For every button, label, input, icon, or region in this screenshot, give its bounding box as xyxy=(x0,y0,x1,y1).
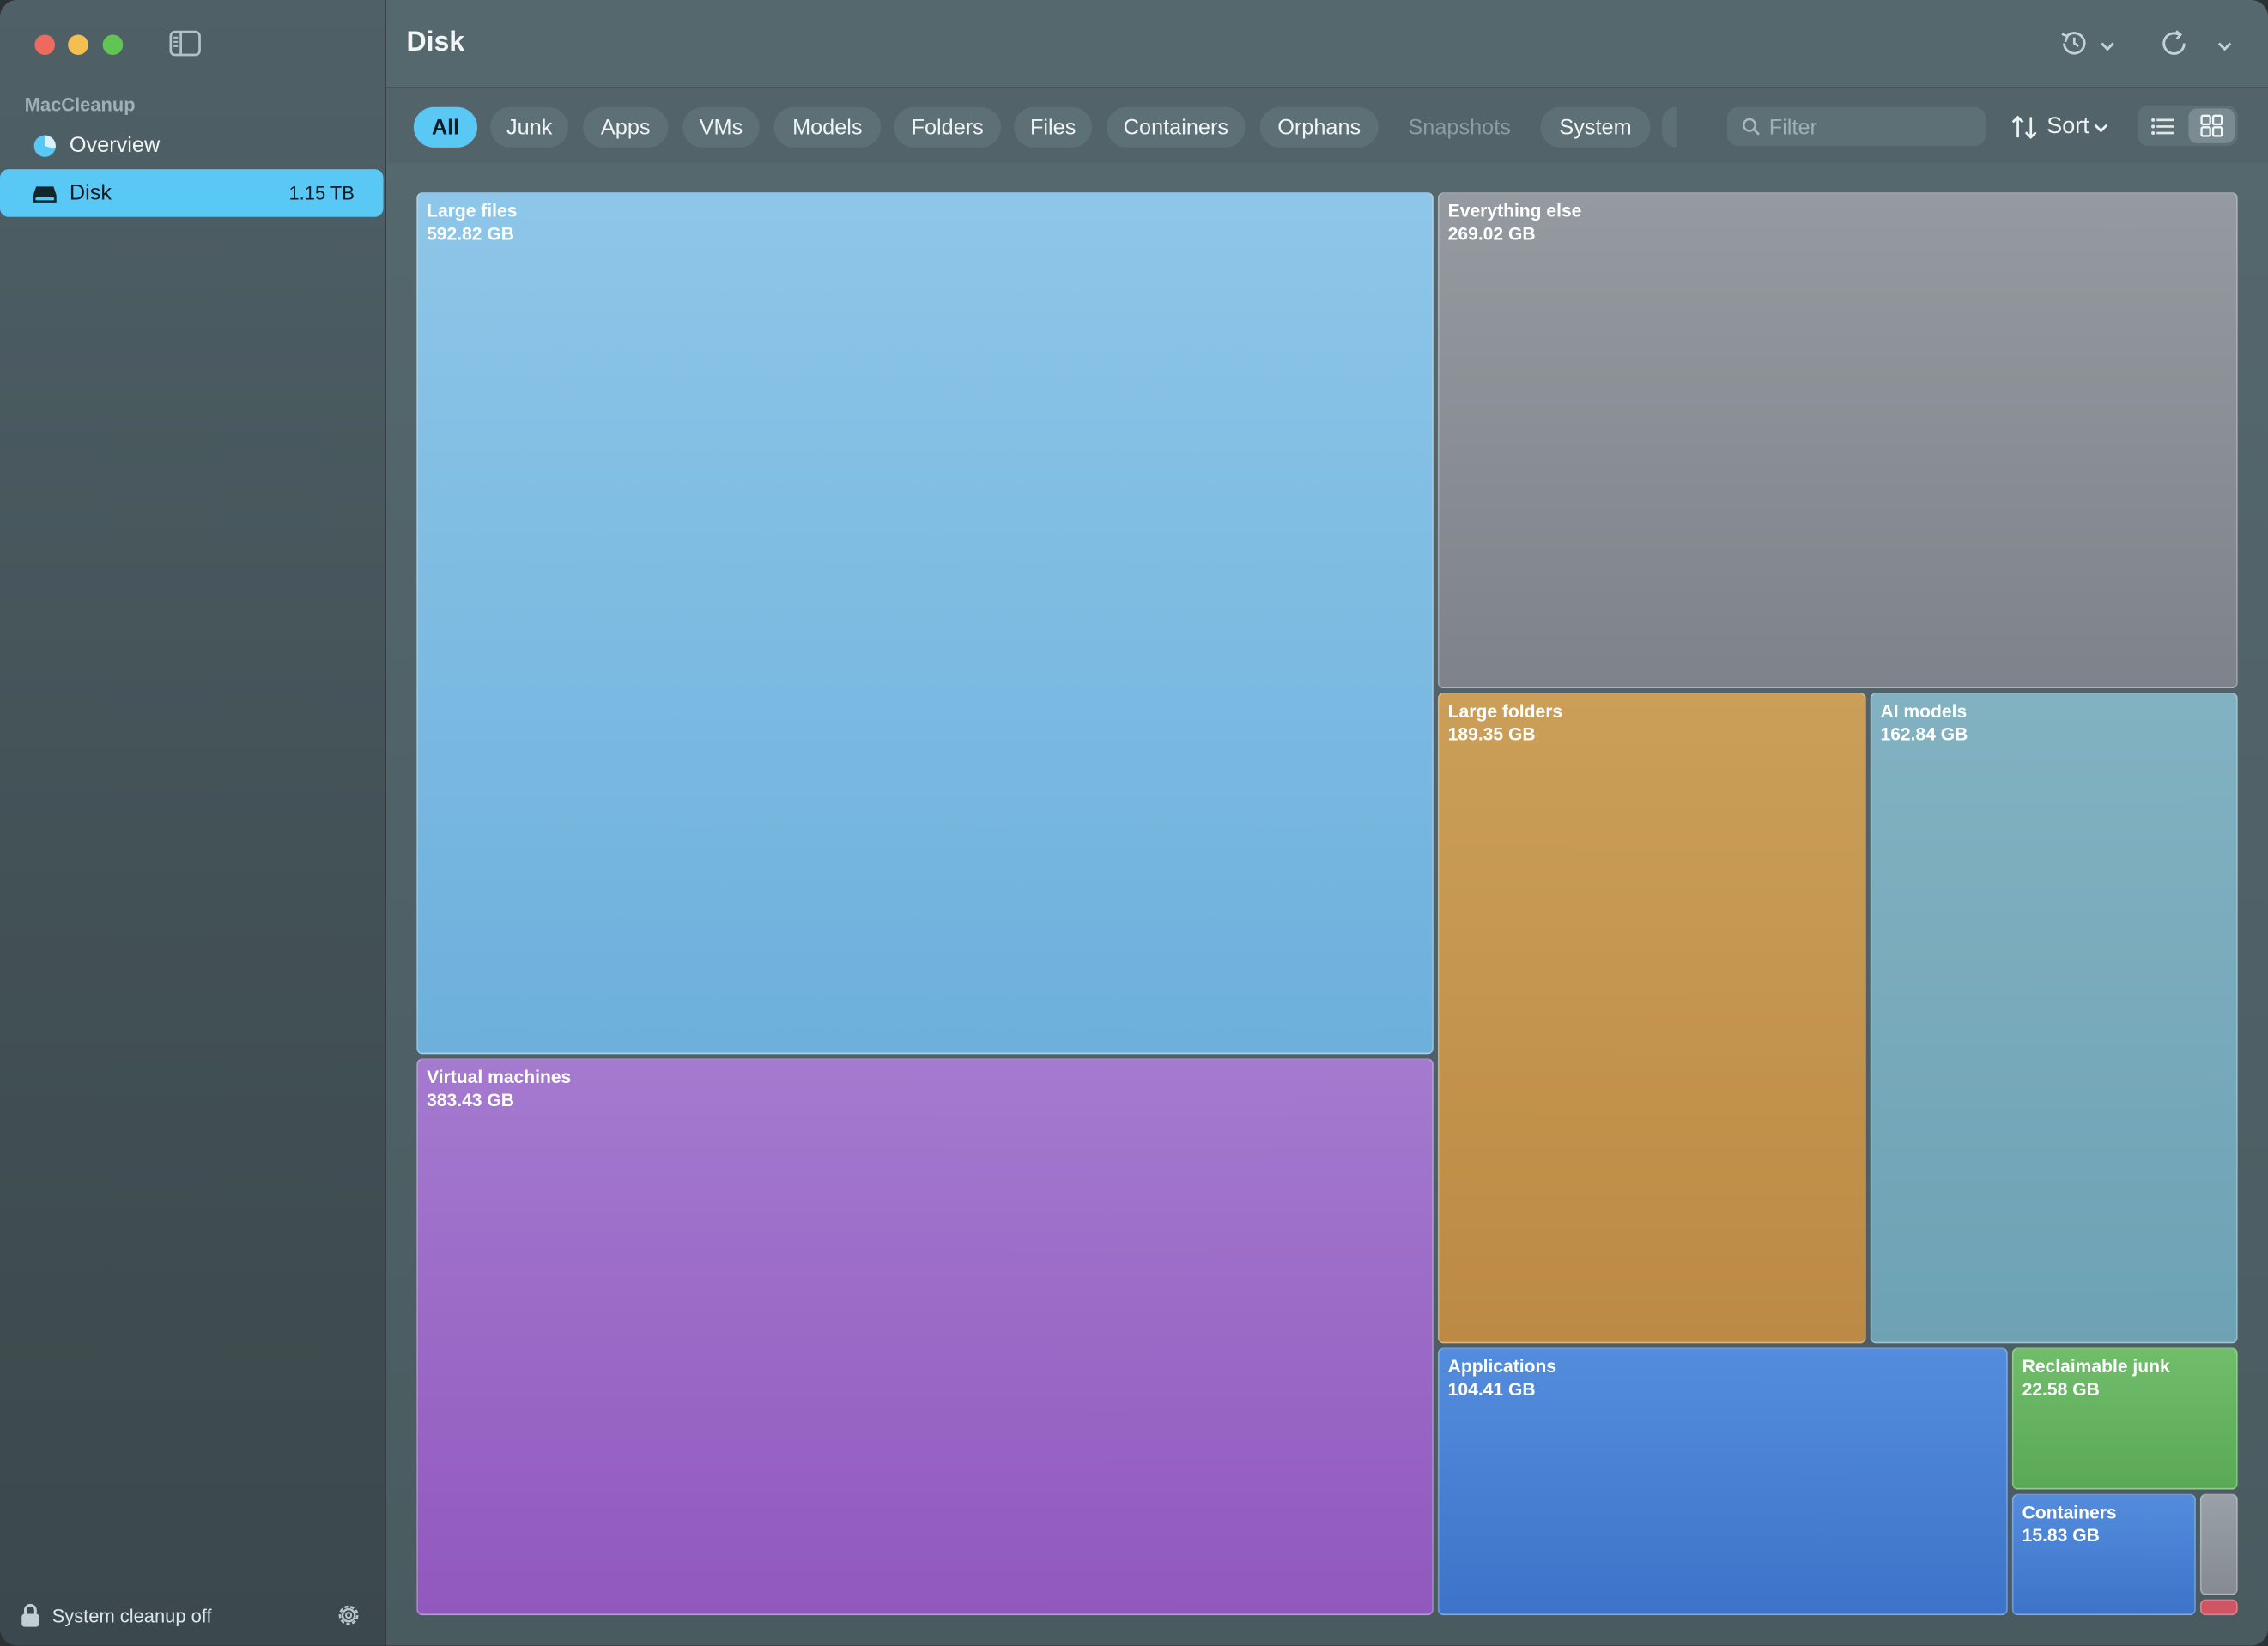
history-icon[interactable] xyxy=(2059,27,2090,66)
filter-chip-vms[interactable]: VMs xyxy=(682,106,760,148)
filter-search[interactable] xyxy=(1726,106,1986,147)
gear-icon[interactable] xyxy=(336,1602,361,1636)
chevron-down-icon[interactable] xyxy=(2099,34,2116,60)
disk-size-badge: 1.15 TB xyxy=(288,182,355,204)
grid-view-button[interactable] xyxy=(2188,108,2235,143)
treemap-tile-containers[interactable]: Containers 15.83 GB xyxy=(2011,1493,2196,1616)
title-bar: Disk xyxy=(385,0,2268,88)
filter-chip-system[interactable]: System xyxy=(1540,106,1651,148)
sidebar-toggle-icon[interactable] xyxy=(169,30,201,57)
drive-icon xyxy=(32,180,58,206)
tile-size: 269.02 GB xyxy=(1447,224,1536,245)
minimize-window-button[interactable] xyxy=(68,34,88,56)
filter-chip-folders[interactable]: Folders xyxy=(894,106,1002,148)
tile-size: 104.41 GB xyxy=(1447,1379,1536,1401)
view-mode-toggle xyxy=(2138,106,2238,147)
tile-size: 592.82 GB xyxy=(427,224,514,245)
filter-chip-containers[interactable]: Containers xyxy=(1107,106,1246,148)
treemap-tile-large-files[interactable]: Large files 592.82 GB xyxy=(416,192,1434,1055)
lock-icon xyxy=(21,1603,41,1636)
chevron-down-icon xyxy=(2094,121,2110,134)
treemap-tile-large-folders[interactable]: Large folders 189.35 GB xyxy=(1437,693,1866,1344)
treemap-tile-small-gray[interactable] xyxy=(2199,1493,2238,1595)
tile-label: Large folders xyxy=(1447,701,1563,722)
filter-chip-files[interactable]: Files xyxy=(1014,106,1093,148)
tile-size: 162.84 GB xyxy=(1880,724,1968,745)
sort-button[interactable]: Sort xyxy=(2010,110,2109,144)
tile-size: 22.58 GB xyxy=(2022,1379,2100,1401)
filter-bar: All Junk Apps VMs Models Folders Files C… xyxy=(385,88,2268,164)
tile-size: 189.35 GB xyxy=(1447,724,1536,745)
filter-chip-models[interactable]: Models xyxy=(773,106,882,148)
sort-label: Sort xyxy=(2047,114,2089,139)
treemap-tile-everything-else[interactable]: Everything else 269.02 GB xyxy=(1437,192,2238,689)
app-name: MacCleanup xyxy=(24,94,136,116)
sidebar: MacCleanup Overview Disk 1.15 TB System … xyxy=(0,0,386,1646)
treemap-tile-virtual-machines[interactable]: Virtual machines 383.43 GB xyxy=(416,1058,1434,1616)
tile-label: Virtual machines xyxy=(427,1067,572,1088)
refresh-icon[interactable] xyxy=(2158,27,2190,66)
more-chevron-icon[interactable] xyxy=(2216,34,2233,60)
tile-size: 15.83 GB xyxy=(2022,1525,2100,1546)
tile-label: Containers xyxy=(2022,1502,2117,1523)
filter-chip-apps[interactable]: Apps xyxy=(583,106,669,148)
sidebar-item-disk[interactable]: Disk 1.15 TB xyxy=(0,169,384,217)
filter-chip-junk[interactable]: Junk xyxy=(490,106,569,148)
sidebar-item-label: Overview xyxy=(69,133,161,158)
pie-chart-icon xyxy=(32,132,58,158)
treemap-tile-reclaimable-junk[interactable]: Reclaimable junk 22.58 GB xyxy=(2011,1347,2238,1490)
tile-size: 383.43 GB xyxy=(427,1090,514,1111)
list-icon xyxy=(2151,117,2174,136)
grid-icon xyxy=(2200,114,2223,137)
tile-label: Everything else xyxy=(1447,201,1582,221)
filter-chip-all[interactable]: All xyxy=(413,106,478,148)
system-cleanup-status: System cleanup off xyxy=(52,1605,212,1627)
filter-chip-orphans[interactable]: Orphans xyxy=(1259,106,1379,148)
search-input[interactable] xyxy=(1766,111,1982,145)
main-content: Disk All Junk Apps VMs Models Folders Fi… xyxy=(385,0,2268,1646)
tile-label: Applications xyxy=(1447,1356,1557,1377)
tile-label: AI models xyxy=(1880,701,1968,722)
sidebar-footer: System cleanup off xyxy=(0,1588,384,1645)
search-icon xyxy=(1742,117,1761,142)
treemap-tile-small-red[interactable] xyxy=(2199,1599,2238,1616)
close-window-button[interactable] xyxy=(34,34,56,56)
zoom-window-button[interactable] xyxy=(102,34,124,56)
filter-chip-snapshots: Snapshots xyxy=(1408,114,1511,140)
filter-chip-overflow[interactable] xyxy=(1662,106,1677,148)
tile-label: Large files xyxy=(427,201,518,221)
tile-label: Reclaimable junk xyxy=(2022,1356,2170,1377)
treemap-tile-applications[interactable]: Applications 104.41 GB xyxy=(1437,1347,2008,1616)
treemap-tile-ai-models[interactable]: AI models 162.84 GB xyxy=(1870,693,2238,1344)
sidebar-item-overview[interactable]: Overview xyxy=(0,122,384,170)
list-view-button[interactable] xyxy=(2138,106,2186,146)
page-title: Disk xyxy=(406,27,465,58)
sidebar-item-label: Disk xyxy=(69,180,112,206)
sort-arrows-icon xyxy=(2010,114,2040,140)
app-window: MacCleanup Overview Disk 1.15 TB System … xyxy=(0,0,2268,1646)
